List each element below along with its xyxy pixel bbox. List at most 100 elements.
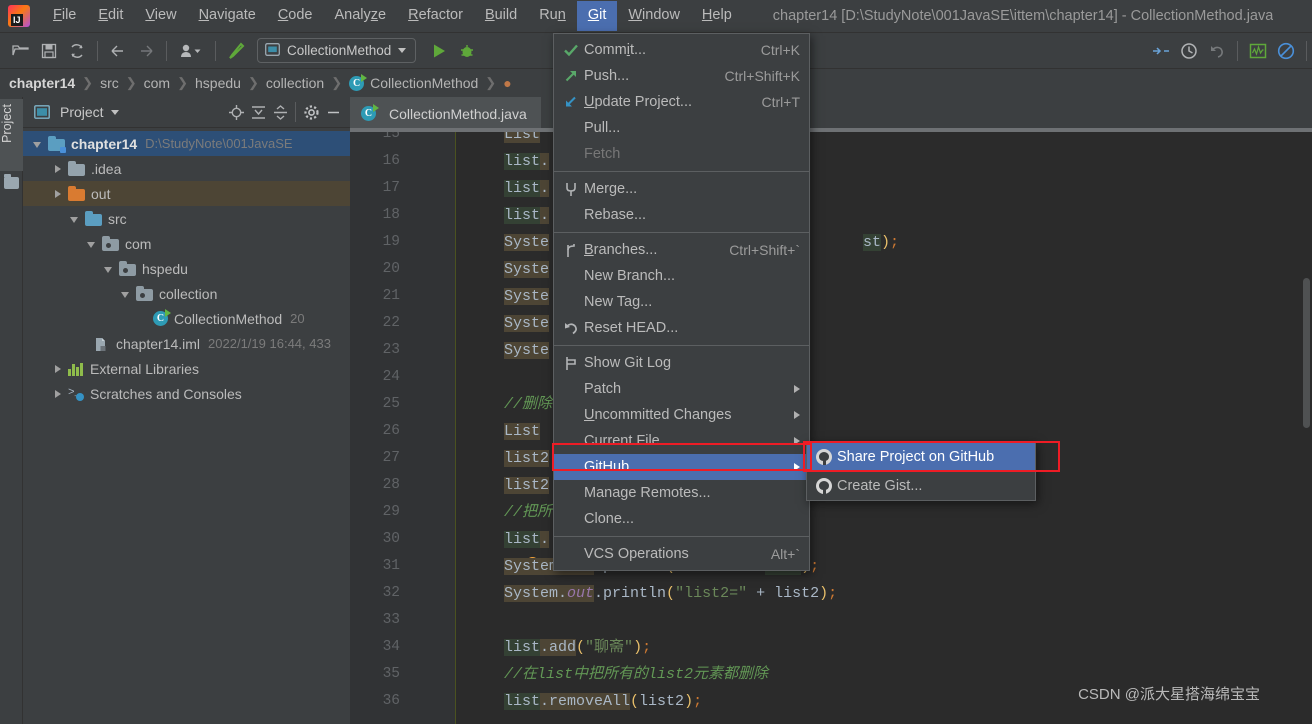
menu-item-show-git-log[interactable]: Show Git Log (554, 350, 809, 376)
editor-vertical-scrollbar[interactable] (1301, 128, 1312, 724)
forward-arrow-icon[interactable] (133, 38, 159, 64)
code-line-28: list2 (504, 477, 550, 494)
menu-item-uncommitted-changes[interactable]: Uncommitted Changes (554, 402, 809, 428)
chevron-right-icon[interactable] (51, 162, 65, 176)
menu-item-github[interactable]: GitHub (554, 454, 809, 480)
tree-node-com[interactable]: com (23, 231, 350, 256)
sync-icon[interactable] (64, 38, 90, 64)
run-configuration-selector[interactable]: CollectionMethod (257, 38, 417, 63)
menu-refactor[interactable]: Refactor (397, 1, 474, 31)
stop-icon[interactable] (1273, 38, 1299, 64)
menu-view[interactable]: View (134, 1, 187, 31)
chevron-right-icon[interactable] (51, 362, 65, 376)
menu-window[interactable]: Window (617, 1, 691, 31)
menu-item-push[interactable]: Push... Ctrl+Shift+K (554, 63, 809, 89)
scrollbar-thumb[interactable] (1303, 278, 1310, 428)
menu-item-merge[interactable]: Merge... (554, 176, 809, 202)
history-clock-icon[interactable] (1176, 38, 1202, 64)
menu-item-vcs-operations[interactable]: VCS Operations Alt+` (554, 541, 809, 567)
editor-tab-collectionmethod-java[interactable]: C CollectionMethod.java (350, 97, 541, 128)
tree-node-chapter14-iml[interactable]: chapter14.iml 2022/1/19 16:44, 433 (23, 331, 350, 356)
breadcrumb-hspedu[interactable]: hspedu (195, 75, 241, 91)
tree-node-src[interactable]: src (23, 206, 350, 231)
tree-node-scratches[interactable]: >_ Scratches and Consoles (23, 381, 350, 406)
tree-node-idea[interactable]: .idea (23, 156, 350, 181)
chevron-right-icon[interactable] (51, 187, 65, 201)
menu-file[interactable]: File (42, 1, 87, 31)
menu-item-pull[interactable]: Pull... (554, 115, 809, 141)
profiler-icon[interactable] (1245, 38, 1271, 64)
user-avatar-icon[interactable] (174, 38, 208, 64)
menu-item-patch[interactable]: Patch (554, 376, 809, 402)
chevron-down-icon[interactable] (68, 212, 82, 226)
menu-build[interactable]: Build (474, 1, 528, 31)
code-line-23: Syste (504, 342, 550, 359)
menu-item-label: Reset HEAD... (584, 320, 679, 336)
editor-annotation-gutter[interactable] (408, 128, 456, 724)
debug-button[interactable] (454, 38, 480, 64)
chevron-down-icon[interactable] (398, 48, 407, 53)
menu-item-new-branch[interactable]: New Branch... (554, 263, 809, 289)
structure-folder-icon[interactable] (4, 174, 19, 189)
tool-window-tab-project[interactable]: Project (0, 99, 23, 171)
menu-item-branches[interactable]: Branches... Ctrl+Shift+` (554, 237, 809, 263)
editor-tab-bar: C CollectionMethod.java (350, 97, 1312, 128)
tree-node-chapter14[interactable]: chapter14 D:\StudyNote\001JavaSE (23, 131, 350, 156)
menu-item-update-project[interactable]: Update Project... Ctrl+T (554, 89, 809, 115)
undo-icon[interactable] (1204, 38, 1230, 64)
menu-analyze[interactable]: Analyze (324, 1, 398, 31)
menu-item-manage-remotes[interactable]: Manage Remotes... (554, 480, 809, 506)
save-all-icon[interactable] (36, 38, 62, 64)
menu-item-clone[interactable]: Clone... (554, 506, 809, 532)
menu-item-current-file[interactable]: Current File (554, 428, 809, 454)
breadcrumb-collection[interactable]: collection (266, 75, 324, 91)
build-hammer-icon[interactable] (223, 38, 249, 64)
code-editor[interactable]: 15 16 17 18 19 20 21 22 23 24 25 26 27 2… (350, 128, 1312, 724)
chevron-down-icon[interactable] (102, 262, 116, 276)
breadcrumb-collectionmethod[interactable]: CollectionMethod (370, 75, 478, 91)
breadcrumb-com[interactable]: com (144, 75, 170, 91)
menu-edit[interactable]: Edit (87, 1, 134, 31)
tree-label: External Libraries (90, 360, 199, 377)
breadcrumb-src[interactable]: src (100, 75, 119, 91)
locate-icon[interactable] (225, 101, 247, 123)
menu-git[interactable]: Git (576, 1, 618, 31)
menu-item-rebase[interactable]: Rebase... (554, 202, 809, 228)
tree-node-external-libraries[interactable]: External Libraries (23, 356, 350, 381)
tree-node-out[interactable]: out (23, 181, 350, 206)
expand-all-icon[interactable] (247, 101, 269, 123)
chevron-down-icon[interactable] (110, 109, 119, 115)
hide-icon[interactable] (322, 101, 344, 123)
tree-label: hspedu (142, 260, 188, 277)
menu-help[interactable]: Help (691, 1, 743, 31)
chevron-right-icon[interactable] (51, 387, 65, 401)
menu-run[interactable]: Run (528, 1, 577, 31)
chevron-down-icon[interactable] (31, 137, 45, 151)
tree-node-collectionmethod[interactable]: C CollectionMethod 20 (23, 306, 350, 331)
tree-label: Scratches and Consoles (90, 385, 242, 402)
github-submenu: Share Project on GitHub Create Gist... (806, 441, 1036, 501)
tree-node-hspedu[interactable]: hspedu (23, 256, 350, 281)
menu-item-commit[interactable]: Commit... Ctrl+K (554, 37, 809, 63)
editor-gutter[interactable]: 15 16 17 18 19 20 21 22 23 24 25 26 27 2… (350, 128, 408, 724)
menu-item-share-project-on-github[interactable]: Share Project on GitHub (807, 442, 1035, 471)
menu-item-label: Update Project... (584, 94, 693, 110)
menu-item-reset-head[interactable]: Reset HEAD... (554, 315, 809, 341)
settings-gear-icon[interactable] (300, 101, 322, 123)
chevron-down-icon[interactable] (119, 287, 133, 301)
chevron-down-icon[interactable] (85, 237, 99, 251)
breadcrumb-chapter14[interactable]: chapter14 (9, 75, 75, 91)
menu-code[interactable]: Code (267, 1, 324, 31)
menu-navigate[interactable]: Navigate (188, 1, 267, 31)
menu-item-label: Pull... (584, 120, 621, 136)
collapse-icon[interactable] (1148, 38, 1174, 64)
tree-label: chapter14 (71, 135, 138, 152)
menu-item-new-tag[interactable]: New Tag... (554, 289, 809, 315)
tree-label: src (108, 210, 127, 227)
collapse-all-icon[interactable] (269, 101, 291, 123)
menu-item-create-gist[interactable]: Create Gist... (807, 471, 1035, 500)
tree-node-collection[interactable]: collection (23, 281, 350, 306)
run-button[interactable] (426, 38, 452, 64)
back-arrow-icon[interactable] (105, 38, 131, 64)
open-folder-icon[interactable] (8, 38, 34, 64)
